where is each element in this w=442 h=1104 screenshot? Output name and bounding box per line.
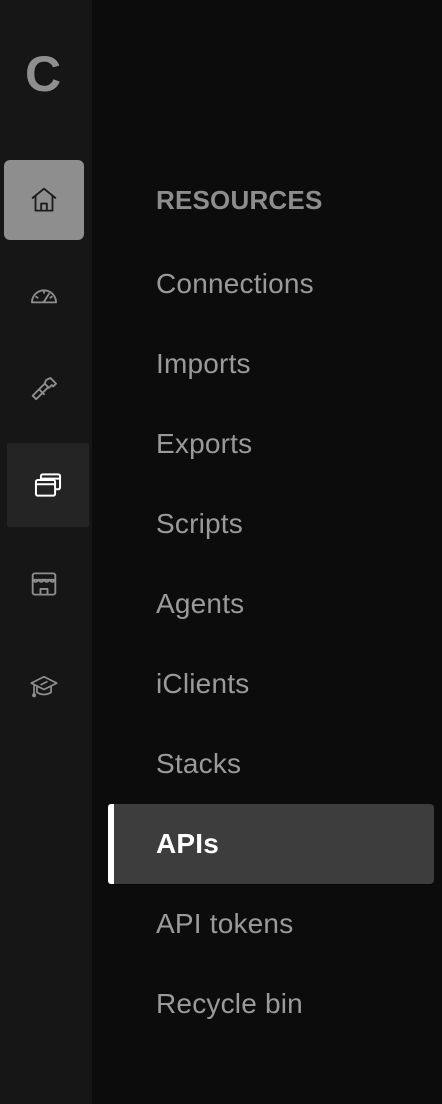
nav-item-label: iClients — [156, 668, 250, 699]
icon-rail: C — [0, 0, 92, 1104]
rail-home-button[interactable] — [4, 160, 84, 240]
rail-resources-button[interactable] — [7, 443, 89, 527]
nav-item-scripts[interactable]: Scripts — [108, 484, 434, 564]
nav-item-iclients[interactable]: iClients — [108, 644, 434, 724]
rail-marketplace-button[interactable] — [4, 544, 84, 624]
nav-item-recycle-bin[interactable]: Recycle bin — [108, 964, 434, 1044]
nav-item-label: Recycle bin — [156, 988, 303, 1019]
gauge-icon — [31, 289, 57, 304]
graduation-cap-icon — [30, 675, 58, 698]
nav-item-api-tokens[interactable]: API tokens — [108, 884, 434, 964]
nav-item-stacks[interactable]: Stacks — [108, 724, 434, 804]
nav-item-imports[interactable]: Imports — [108, 324, 434, 404]
nav-item-label: Imports — [156, 348, 251, 379]
nav-item-label: APIs — [156, 828, 220, 859]
nav-item-apis[interactable]: APIs — [108, 804, 434, 884]
rail-learn-button[interactable] — [4, 646, 84, 726]
hammer-icon — [31, 377, 57, 401]
nav-item-label: Connections — [156, 268, 314, 299]
rail-build-button[interactable] — [4, 350, 84, 430]
section-title: RESOURCES — [156, 185, 323, 215]
nav-item-connections[interactable]: Connections — [108, 244, 434, 324]
windows-stack-icon — [34, 473, 62, 497]
nav-item-exports[interactable]: Exports — [108, 404, 434, 484]
resources-panel: RESOURCES Connections Imports Exports Sc… — [92, 0, 442, 1104]
nav-item-label: API tokens — [156, 908, 294, 939]
nav-item-label: Exports — [156, 428, 253, 459]
app-shell: C RESOURCES Connections Imports Exports … — [0, 0, 442, 1104]
nav-item-agents[interactable]: Agents — [108, 564, 434, 644]
nav-item-label: Stacks — [156, 748, 242, 779]
home-icon — [31, 187, 57, 212]
brand-logo[interactable]: C — [0, 44, 86, 104]
nav-item-label: Agents — [156, 588, 245, 619]
storefront-icon — [31, 572, 57, 596]
nav-item-label: Scripts — [156, 508, 243, 539]
rail-dashboard-button[interactable] — [4, 256, 84, 336]
